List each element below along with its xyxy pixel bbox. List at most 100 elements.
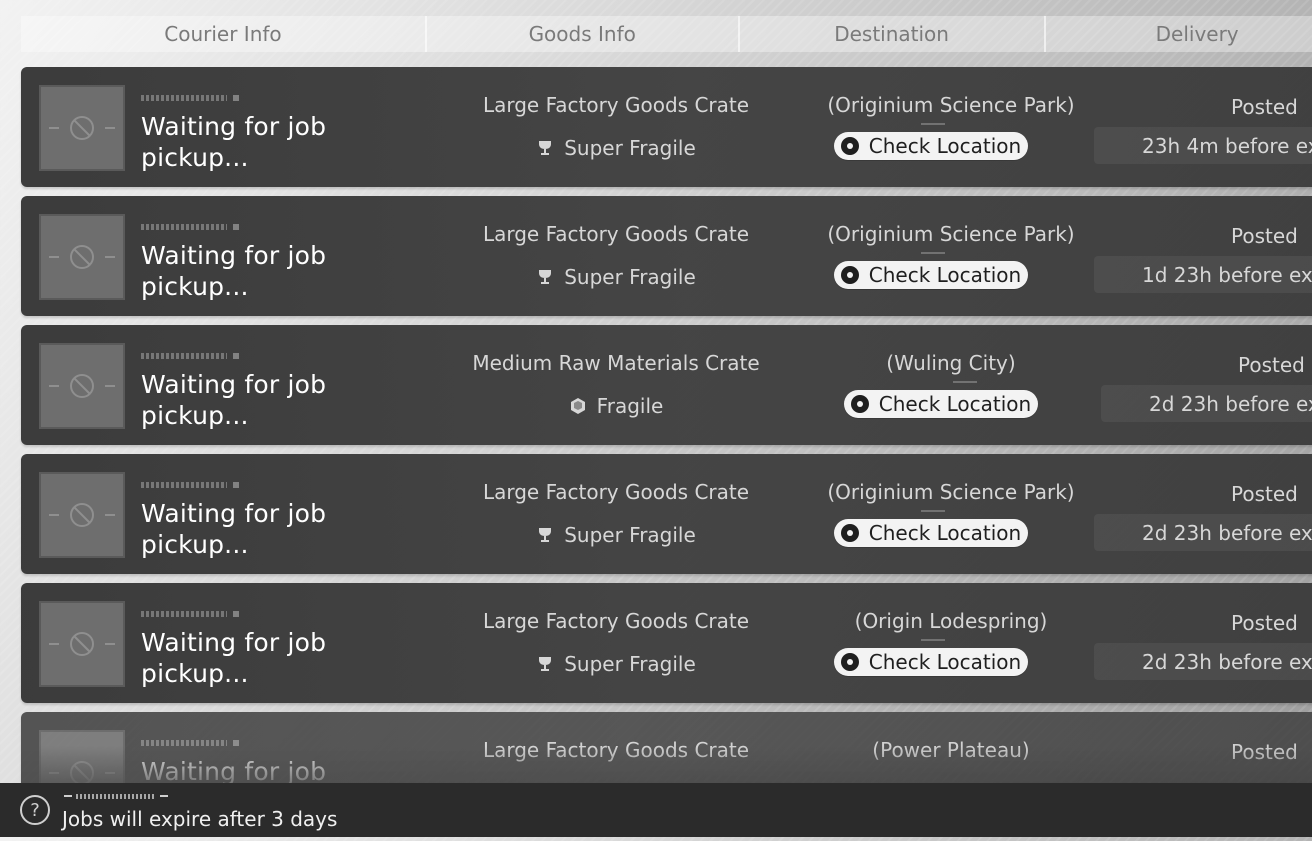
delivery-status: Posted xyxy=(1238,353,1305,377)
location-pin-icon xyxy=(840,653,859,671)
footer-subtext-glyphs xyxy=(64,793,176,799)
destination-divider xyxy=(921,639,945,641)
expiry-notice: Jobs will expire after 3 days xyxy=(62,807,338,831)
delivery-time-box: 23h 4m before exp xyxy=(1094,127,1312,164)
destination-name: (Wuling City) xyxy=(886,351,1016,375)
check-location-label: Check Location xyxy=(878,392,1032,416)
help-glyph: ? xyxy=(30,799,40,821)
delivery-time-box: 2d 23h before exp xyxy=(1094,643,1312,680)
destination-name: (Power Plateau) xyxy=(872,738,1030,762)
delivery-time-box: 2d 23h before ex xyxy=(1101,385,1312,422)
delivery-time-box: 1d 23h before exp xyxy=(1094,256,1312,293)
check-location-button[interactable]: Check Location xyxy=(834,132,1028,160)
delivery-time: 2d 23h before exp xyxy=(1142,649,1312,674)
trophy-icon xyxy=(539,528,552,542)
glyph-square xyxy=(233,353,239,359)
glyph-text-decoration xyxy=(141,482,227,488)
glyph-square xyxy=(233,482,239,488)
no-image-icon xyxy=(49,374,115,398)
courier-status: Waiting for job pickup... xyxy=(141,112,327,172)
job-list: Waiting for job pickup... Large Factory … xyxy=(21,67,1312,841)
courier-subtext-glyphs xyxy=(141,93,239,103)
job-thumbnail xyxy=(39,472,125,558)
fragility-label: Super Fragile xyxy=(564,652,696,676)
destination-divider xyxy=(921,510,945,512)
header-delivery: Delivery xyxy=(1045,16,1312,52)
job-row[interactable]: Waiting for job pickup... Large Factory … xyxy=(21,583,1312,703)
fragility-label: Super Fragile xyxy=(564,265,696,289)
job-thumbnail xyxy=(39,214,125,300)
check-location-button[interactable]: Check Location xyxy=(834,261,1028,289)
check-location-label: Check Location xyxy=(868,134,1022,158)
goods-fragility: Super Fragile xyxy=(451,523,781,547)
trophy-icon xyxy=(539,657,552,671)
goods-name: Large Factory Goods Crate xyxy=(482,609,750,633)
job-row[interactable]: Waiting for job pickup... Large Factory … xyxy=(21,454,1312,574)
check-location-button[interactable]: Check Location xyxy=(844,390,1038,418)
fragility-label: Super Fragile xyxy=(564,136,696,160)
no-image-icon xyxy=(49,503,115,527)
courier-subtext-glyphs xyxy=(141,609,239,619)
courier-subtext-glyphs xyxy=(141,738,239,748)
help-icon[interactable]: ? xyxy=(20,795,50,825)
courier-subtext-glyphs xyxy=(141,480,239,490)
goods-name: Large Factory Goods Crate xyxy=(482,222,750,246)
no-image-icon xyxy=(49,116,115,140)
goods-fragility: Super Fragile xyxy=(451,265,781,289)
location-pin-icon xyxy=(840,524,859,542)
check-location-label: Check Location xyxy=(868,263,1022,287)
destination-divider xyxy=(921,252,945,254)
glyph-hatch xyxy=(76,793,156,799)
delivery-time: 2d 23h before exp xyxy=(1142,520,1312,545)
delivery-time: 1d 23h before exp xyxy=(1142,262,1312,287)
footer-bar: ? Jobs will expire after 3 days xyxy=(0,783,1312,837)
fragility-label: Fragile xyxy=(596,394,664,418)
goods-name: Medium Raw Materials Crate xyxy=(472,351,760,375)
job-row[interactable]: Waiting for job pickup... Large Factory … xyxy=(21,196,1312,316)
delivery-status: Posted xyxy=(1231,482,1298,506)
glyph-text-decoration xyxy=(141,224,227,230)
check-location-label: Check Location xyxy=(868,521,1022,545)
trophy-icon xyxy=(539,270,552,284)
goods-name: Large Factory Goods Crate xyxy=(482,738,750,762)
glyph-text-decoration xyxy=(141,95,227,101)
check-location-button[interactable]: Check Location xyxy=(834,648,1028,676)
glyph-dash-left xyxy=(64,795,72,797)
glyph-square xyxy=(233,740,239,746)
header-courier-info: Courier Info xyxy=(21,16,427,52)
glyph-square xyxy=(233,224,239,230)
location-pin-icon xyxy=(850,395,869,413)
no-image-icon xyxy=(49,245,115,269)
courier-status: Waiting for job pickup... xyxy=(141,370,327,430)
job-row[interactable]: Waiting for job pickup... Medium Raw Mat… xyxy=(21,325,1312,445)
goods-name: Large Factory Goods Crate xyxy=(482,93,750,117)
destination-name: (Originium Science Park) xyxy=(827,222,1075,246)
goods-name: Large Factory Goods Crate xyxy=(482,480,750,504)
courier-status: Waiting for job pickup... xyxy=(141,628,327,688)
goods-fragility: Fragile xyxy=(451,394,781,418)
courier-status: Waiting for job pickup... xyxy=(141,241,327,301)
trophy-icon xyxy=(539,141,552,155)
delivery-status: Posted xyxy=(1231,611,1298,635)
delivery-status: Posted xyxy=(1231,95,1298,119)
delivery-time-box: 2d 23h before exp xyxy=(1094,514,1312,551)
glyph-square xyxy=(233,611,239,617)
job-thumbnail xyxy=(39,601,125,687)
job-row[interactable]: Waiting for job pickup... Large Factory … xyxy=(21,67,1312,187)
header-destination: Destination xyxy=(739,16,1046,52)
destination-name: (Origin Lodespring) xyxy=(854,609,1048,633)
delivery-status: Posted xyxy=(1231,740,1298,764)
location-pin-icon xyxy=(840,137,859,155)
destination-divider xyxy=(953,381,977,383)
glyph-text-decoration xyxy=(141,353,227,359)
location-pin-icon xyxy=(840,266,859,284)
table-header: Courier Info Goods Info Destination Deli… xyxy=(21,16,1312,52)
header-goods-info: Goods Info xyxy=(426,16,740,52)
job-thumbnail xyxy=(39,343,125,429)
courier-subtext-glyphs xyxy=(141,222,239,232)
job-thumbnail xyxy=(39,85,125,171)
destination-name: (Originium Science Park) xyxy=(827,93,1075,117)
check-location-button[interactable]: Check Location xyxy=(834,519,1028,547)
delivery-status: Posted xyxy=(1231,224,1298,248)
fragility-label: Super Fragile xyxy=(564,523,696,547)
